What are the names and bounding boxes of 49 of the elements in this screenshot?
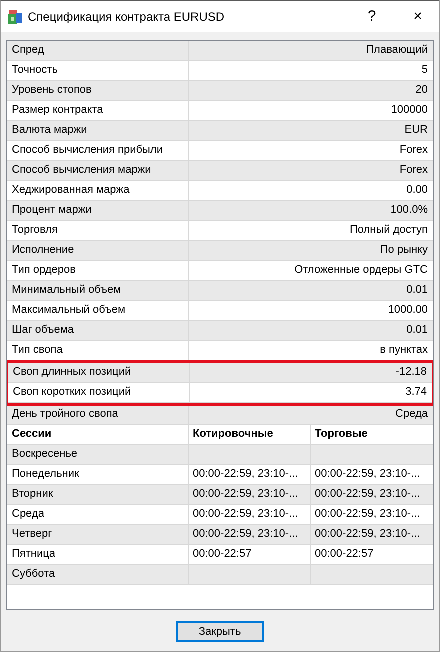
- day-cell: Воскресенье: [7, 445, 189, 465]
- property-label: Торговля: [7, 221, 189, 241]
- app-icon: [7, 8, 23, 24]
- day-cell: Суббота: [7, 565, 189, 585]
- property-label: Шаг объема: [7, 321, 189, 341]
- property-value: Плавающий: [189, 41, 433, 61]
- close-dialog-button[interactable]: Закрыть: [176, 621, 264, 642]
- property-label: Максимальный объем: [7, 301, 189, 321]
- day-cell: Понедельник: [7, 465, 189, 485]
- session-time: 00:00-22:59, 23:10-...: [189, 485, 311, 505]
- help-button[interactable]: ?: [351, 1, 393, 32]
- property-label: Своп длинных позиций: [8, 363, 190, 383]
- property-value: EUR: [189, 121, 433, 141]
- property-label: Способ вычисления маржи: [7, 161, 189, 181]
- day-cell: Четверг: [7, 525, 189, 545]
- session-time: 00:00-22:59, 23:10-...: [311, 485, 433, 505]
- property-value: 20: [189, 81, 433, 101]
- property-label: Валюта маржи: [7, 121, 189, 141]
- property-label: Точность: [7, 61, 189, 81]
- property-label: Своп коротких позиций: [8, 383, 190, 403]
- day-cell: Среда: [7, 505, 189, 525]
- property-label: Минимальный объем: [7, 281, 189, 301]
- property-label: Тип ордеров: [7, 261, 189, 281]
- column-header: Котировочные: [189, 425, 311, 445]
- property-label: Процент маржи: [7, 201, 189, 221]
- property-value: Среда: [189, 405, 433, 425]
- day-cell: Пятница: [7, 545, 189, 565]
- property-value: 100.0%: [189, 201, 433, 221]
- property-label: Исполнение: [7, 241, 189, 261]
- session-time: 00:00-22:59, 23:10-...: [311, 525, 433, 545]
- column-header: Сессии: [7, 425, 189, 445]
- property-label: Уровень стопов: [7, 81, 189, 101]
- property-label: Размер контракта: [7, 101, 189, 121]
- property-value: Forex: [189, 161, 433, 181]
- session-time: 00:00-22:57: [189, 545, 311, 565]
- window-title: Спецификация контракта EURUSD: [28, 10, 226, 24]
- session-time: 00:00-22:59, 23:10-...: [189, 505, 311, 525]
- property-label: Хеджированная маржа: [7, 181, 189, 201]
- session-time: 00:00-22:59, 23:10-...: [189, 465, 311, 485]
- property-value: 0.01: [189, 321, 433, 341]
- property-label: День тройного свопа: [7, 405, 189, 425]
- property-value: По рынку: [189, 241, 433, 261]
- session-time: 00:00-22:59, 23:10-...: [189, 525, 311, 545]
- property-label: Способ вычисления прибыли: [7, 141, 189, 161]
- property-value: -12.18: [190, 363, 432, 383]
- property-label: Спред: [7, 41, 189, 61]
- property-value: 0.01: [189, 281, 433, 301]
- day-cell: Вторник: [7, 485, 189, 505]
- close-button[interactable]: ×: [397, 1, 439, 32]
